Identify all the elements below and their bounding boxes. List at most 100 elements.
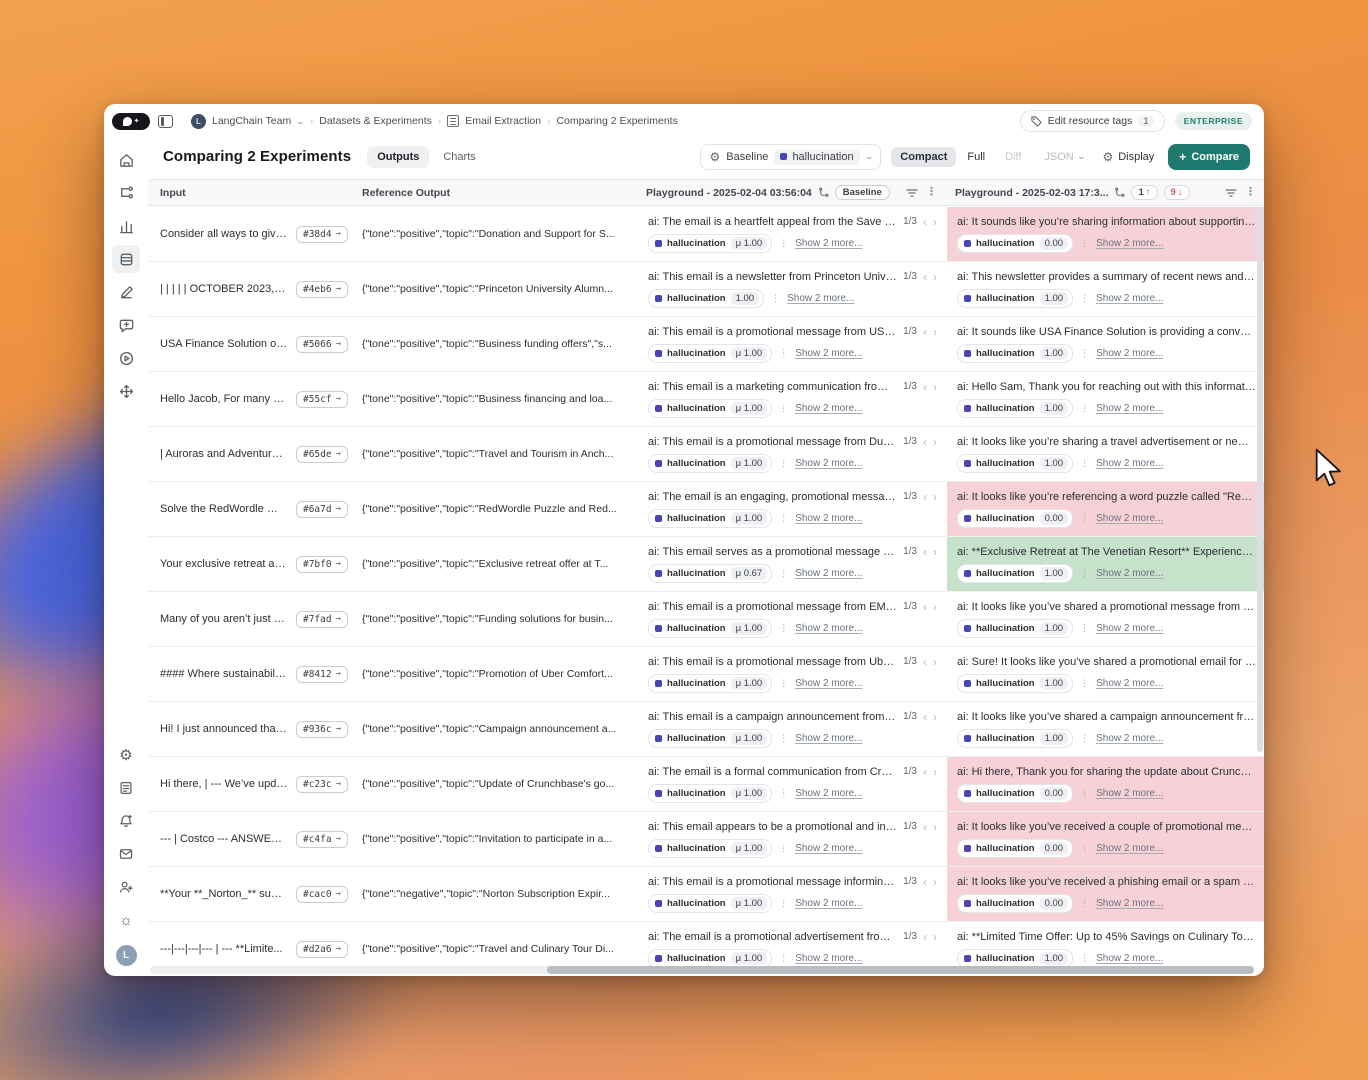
kebab-icon[interactable]: ⋮ — [1080, 293, 1089, 304]
experiment-1-output-preview[interactable]: ai: This email is a marketing communicat… — [648, 381, 897, 393]
playground-icon[interactable] — [112, 344, 140, 372]
feedback-badge[interactable]: hallucination 1.00 — [648, 288, 765, 308]
show-more-link[interactable]: Show 2 more... — [1096, 348, 1163, 359]
show-more-link[interactable]: Show 2 more... — [795, 513, 862, 524]
experiment-1-output-preview[interactable]: ai: This email is a promotional message … — [648, 436, 897, 448]
next-repetition-icon[interactable]: › — [933, 491, 937, 503]
monitoring-icon[interactable] — [112, 212, 140, 240]
experiment-1-name[interactable]: Playground - 2025-02-04 03:56:04 — [646, 187, 812, 199]
feedback-badge[interactable]: hallucination 0.00 — [957, 838, 1074, 858]
view-mode-compact[interactable]: Compact — [891, 146, 957, 167]
feedback-badge[interactable]: hallucination 0.00 — [957, 783, 1074, 803]
experiment-2-output-preview[interactable]: ai: It looks like you’re sharing a trave… — [957, 436, 1256, 448]
feedback-badge[interactable]: hallucination 1.00 — [957, 948, 1074, 968]
experiment-1-output-preview[interactable]: ai: This email is a promotional message … — [648, 876, 897, 888]
feedback-badge[interactable]: hallucination 0.00 — [957, 233, 1074, 253]
breadcrumb-datasets[interactable]: Datasets & Experiments — [319, 115, 432, 127]
kebab-icon[interactable]: ⋮ — [1080, 458, 1089, 469]
feedback-badge[interactable]: hallucination 1.00 — [957, 398, 1074, 418]
kebab-icon[interactable]: ⋮ — [1080, 898, 1089, 909]
prompts-icon[interactable] — [112, 311, 140, 339]
prev-repetition-icon[interactable]: ‹ — [923, 656, 927, 668]
example-id-link[interactable]: #8412 → — [295, 665, 348, 683]
next-repetition-icon[interactable]: › — [933, 436, 937, 448]
feedback-badge[interactable]: hallucination 1.00 — [957, 618, 1074, 638]
kebab-icon[interactable]: ⋮ — [1080, 348, 1089, 359]
sidebar-toggle-icon[interactable] — [158, 114, 173, 128]
show-more-link[interactable]: Show 2 more... — [1096, 458, 1163, 469]
show-more-link[interactable]: Show 2 more... — [795, 623, 862, 634]
kebab-icon[interactable]: ⋮ — [771, 293, 780, 304]
kebab-icon[interactable]: ⋮ — [1245, 187, 1256, 198]
table-row[interactable]: **Your **_Norton_** subsc... #cac0 → {"to… — [148, 867, 1264, 922]
table-row[interactable]: --- | Costco --- ANSWER & ... #c4fa → {"t… — [148, 812, 1264, 867]
feedback-badge[interactable]: hallucination μ 1.00 — [648, 453, 773, 473]
horizontal-scroll-thumb[interactable] — [547, 966, 1254, 974]
show-more-link[interactable]: Show 2 more... — [1096, 513, 1163, 524]
kebab-icon[interactable]: ⋮ — [1080, 788, 1089, 799]
table-row[interactable]: USA Finance Solution offer... #5066 → {"t… — [148, 317, 1264, 372]
kebab-icon[interactable]: ⋮ — [779, 513, 788, 524]
show-more-link[interactable]: Show 2 more... — [795, 403, 862, 414]
kebab-icon[interactable]: ⋮ — [779, 788, 788, 799]
experiment-1-output-preview[interactable]: ai: This email appears to be a promotion… — [648, 821, 897, 833]
next-repetition-icon[interactable]: › — [933, 601, 937, 613]
langsmith-logo[interactable]: ✦ — [112, 112, 150, 130]
kebab-icon[interactable]: ⋮ — [779, 898, 788, 909]
example-id-link[interactable]: #65de → — [295, 445, 348, 463]
filter-icon[interactable] — [1225, 188, 1237, 198]
display-settings-button[interactable]: ⚙ Display — [1096, 147, 1160, 167]
feedback-badge[interactable]: hallucination μ 1.00 — [648, 343, 773, 363]
column-header-experiment-2[interactable]: Playground - 2025-02-03 17:3... 1 ↑ 9 ↓ ⋮ — [945, 185, 1264, 200]
invite-user-icon[interactable] — [112, 873, 140, 901]
next-repetition-icon[interactable]: › — [933, 381, 937, 393]
kebab-icon[interactable]: ⋮ — [779, 733, 788, 744]
vertical-scrollbar[interactable] — [1257, 207, 1263, 964]
experiment-2-output-preview[interactable]: ai: It looks like you’ve shared a promot… — [957, 601, 1256, 613]
experiment-2-output-preview[interactable]: ai: This newsletter provides a summary o… — [957, 271, 1256, 283]
feedback-badge[interactable]: hallucination μ 0.67 — [648, 563, 773, 583]
show-more-link[interactable]: Show 2 more... — [795, 843, 862, 854]
prev-repetition-icon[interactable]: ‹ — [923, 601, 927, 613]
example-id-link[interactable]: #6a7d → — [295, 500, 348, 518]
experiment-1-output-preview[interactable]: ai: This email is a newsletter from Prin… — [648, 271, 897, 283]
show-more-link[interactable]: Show 2 more... — [795, 898, 862, 909]
table-row[interactable]: | Auroras and Adventure A... #65de → {"to… — [148, 427, 1264, 482]
prev-repetition-icon[interactable]: ‹ — [923, 381, 927, 393]
experiment-2-output-preview[interactable]: ai: It looks like you’ve shared a campai… — [957, 711, 1256, 723]
breadcrumb-dataset[interactable]: Email Extraction — [465, 115, 541, 127]
example-id-link[interactable]: #c4fa → — [295, 830, 348, 848]
experiment-2-output-preview[interactable]: ai: Hi there, Thank you for sharing the … — [957, 766, 1256, 778]
example-id-link[interactable]: #7fad → — [295, 610, 348, 628]
experiment-2-output-preview[interactable]: ai: It looks like you’re referencing a w… — [957, 491, 1256, 503]
view-mode-full[interactable]: Full — [958, 147, 994, 167]
feedback-badge[interactable]: hallucination μ 1.00 — [648, 893, 773, 913]
theme-sun-icon[interactable]: ☼ — [112, 906, 140, 934]
prev-repetition-icon[interactable]: ‹ — [923, 216, 927, 228]
compare-button[interactable]: + Compare — [1168, 143, 1250, 170]
experiment-1-output-preview[interactable]: ai: The email is a formal communication … — [648, 766, 897, 778]
next-repetition-icon[interactable]: › — [933, 216, 937, 228]
prev-repetition-icon[interactable]: ‹ — [923, 766, 927, 778]
improved-count-badge[interactable]: 1 ↑ — [1131, 185, 1158, 200]
kebab-icon[interactable]: ⋮ — [779, 238, 788, 249]
feedback-badge[interactable]: hallucination μ 1.00 — [648, 728, 773, 748]
feedback-badge[interactable]: hallucination 1.00 — [957, 728, 1074, 748]
show-more-link[interactable]: Show 2 more... — [1096, 788, 1163, 799]
chevron-down-icon[interactable]: ⌄ — [296, 117, 305, 126]
feedback-badge[interactable]: hallucination 1.00 — [957, 563, 1074, 583]
experiment-2-name[interactable]: Playground - 2025-02-03 17:3... — [955, 187, 1108, 199]
feedback-badge[interactable]: hallucination μ 1.00 — [648, 618, 773, 638]
prev-repetition-icon[interactable]: ‹ — [923, 821, 927, 833]
experiment-1-output-preview[interactable]: ai: This email serves as a promotional m… — [648, 546, 897, 558]
next-repetition-icon[interactable]: › — [933, 766, 937, 778]
show-more-link[interactable]: Show 2 more... — [795, 568, 862, 579]
user-avatar[interactable]: L — [115, 945, 137, 966]
experiment-1-output-preview[interactable]: ai: The email is a promotional advertise… — [648, 931, 897, 943]
prev-repetition-icon[interactable]: ‹ — [923, 436, 927, 448]
table-row[interactable]: Hello Jacob, For many small... #55cf→ {"… — [148, 372, 1264, 427]
feedback-badge[interactable]: hallucination 1.00 — [957, 343, 1074, 363]
show-more-link[interactable]: Show 2 more... — [1096, 403, 1163, 414]
annotation-icon[interactable] — [112, 278, 140, 306]
next-repetition-icon[interactable]: › — [933, 656, 937, 668]
